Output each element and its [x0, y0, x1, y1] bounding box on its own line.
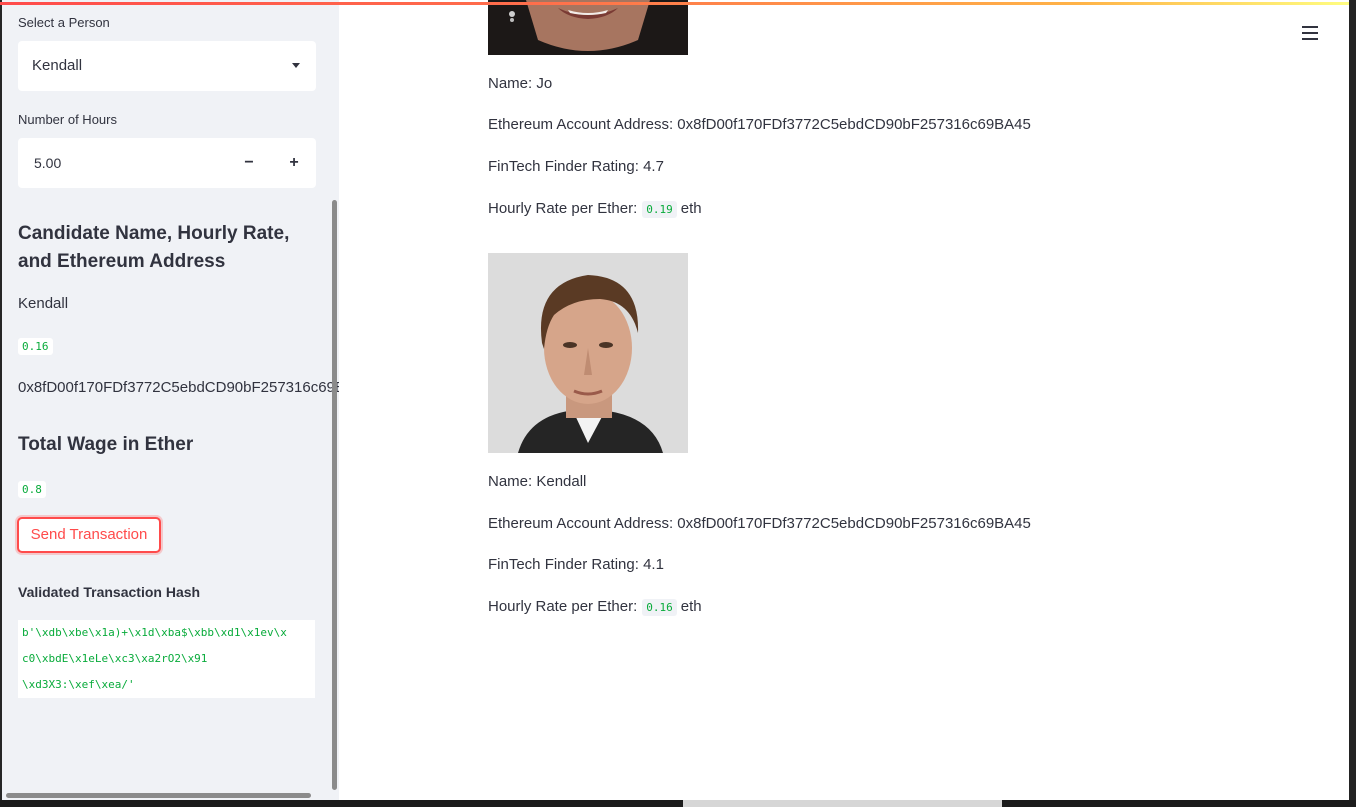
- chevron-down-icon[interactable]: [292, 63, 300, 68]
- total-wage-value: 0.8: [18, 481, 46, 498]
- transaction-hash-heading: Validated Transaction Hash: [18, 584, 201, 600]
- hash-line: b'\xdb\xbe\x1a)+\x1d\xba$\xbb\xd1\x1ev\x: [22, 626, 287, 639]
- hours-value[interactable]: 5.00: [34, 155, 61, 171]
- send-transaction-button[interactable]: Send Transaction: [17, 517, 161, 553]
- candidate-rating: FinTech Finder Rating: 4.1: [488, 556, 664, 573]
- window-right-edge: [1349, 0, 1356, 807]
- hours-input-label: Number of Hours: [18, 112, 117, 127]
- candidate-address: Ethereum Account Address: 0x8fD00f170FDf…: [488, 116, 1031, 133]
- candidate-heading: Candidate Name, Hourly Rate, and Ethereu…: [18, 223, 290, 272]
- total-wage-heading: Total Wage in Ether: [18, 434, 194, 455]
- hamburger-menu-icon[interactable]: [1302, 26, 1318, 40]
- rate-unit: eth: [680, 200, 702, 217]
- person-select-label: Select a Person: [18, 15, 110, 30]
- candidate-name: Name: Jo: [488, 75, 553, 92]
- rate-label: Hourly Rate per Ether:: [488, 200, 638, 217]
- candidate-hourly-rate: Hourly Rate per Ether: 0.19 eth: [488, 200, 702, 218]
- candidate-photo-jo: [488, 0, 688, 55]
- sidebar: Select a Person Kendall Number of Hours …: [0, 0, 339, 800]
- hours-decrement-button[interactable]: −: [237, 150, 261, 176]
- person-select-value: Kendall: [32, 57, 83, 74]
- candidate-name: Kendall: [18, 295, 69, 312]
- sidebar-horizontal-scrollbar[interactable]: [6, 793, 311, 798]
- candidate-photo-kendall: [488, 253, 688, 453]
- candidate-address: 0x8fD00f170FDf3772C5ebdCD90bF257316c69BA…: [18, 379, 339, 396]
- main-content: Name: Jo Ethereum Account Address: 0x8fD…: [339, 0, 1349, 800]
- sidebar-vertical-scrollbar[interactable]: [332, 200, 337, 790]
- app-window: Select a Person Kendall Number of Hours …: [0, 0, 1349, 800]
- top-decoration-bar: [0, 2, 1349, 5]
- hours-increment-button[interactable]: +: [282, 150, 306, 176]
- sidebar-edge: [0, 0, 2, 800]
- rate-value: 0.19: [642, 201, 677, 218]
- candidate-address: Ethereum Account Address: 0x8fD00f170FDf…: [488, 515, 1031, 532]
- rate-label: Hourly Rate per Ether:: [488, 598, 638, 615]
- hash-line: \xd3X3:\xef\xea/': [22, 678, 135, 691]
- candidate-name: Name: Kendall: [488, 473, 587, 490]
- candidate-rating: FinTech Finder Rating: 4.7: [488, 158, 664, 175]
- window-bottom-edge: [0, 800, 1356, 807]
- person-select[interactable]: Kendall: [18, 41, 316, 91]
- hash-line: c0\xbdE\x1eLe\xc3\xa2rO2\x91: [22, 652, 208, 665]
- horizontal-scrollbar-thumb[interactable]: [683, 800, 1002, 807]
- rate-value: 0.16: [642, 599, 677, 616]
- rate-unit: eth: [680, 598, 702, 615]
- candidate-hourly-rate: Hourly Rate per Ether: 0.16 eth: [488, 598, 702, 616]
- transaction-hash-value: b'\xdb\xbe\x1a)+\x1d\xba$\xbb\xd1\x1ev\x…: [18, 620, 315, 698]
- hours-number-input[interactable]: 5.00 − +: [18, 138, 316, 188]
- candidate-rate: 0.16: [18, 338, 53, 355]
